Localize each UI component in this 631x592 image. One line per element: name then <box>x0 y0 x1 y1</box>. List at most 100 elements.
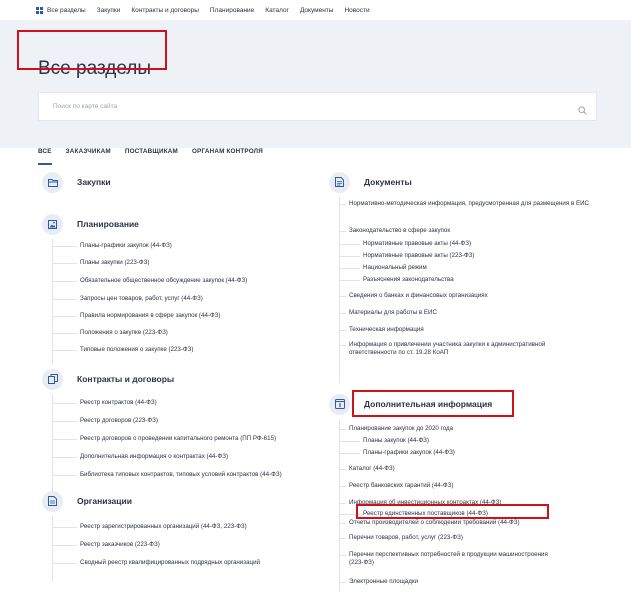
section-title-planning[interactable]: Планирование <box>77 219 139 229</box>
link-contract-extra-info[interactable]: Дополнительная информация о контрактах (… <box>53 453 228 461</box>
link-manufacturer-reports[interactable]: Отчеты производителей о соблюдении требо… <box>340 519 520 527</box>
picture-icon <box>42 213 63 235</box>
link-normative-info[interactable]: Нормативно-методическая информация, пред… <box>340 200 589 208</box>
tree-connector <box>340 582 346 583</box>
link-admin-liability[interactable]: Информация о привлечении участника закуп… <box>340 341 549 357</box>
page-header: Все разделы ВСЕ ЗАКАЗЧИКАМ ПОСТАВЩИКАМ О… <box>0 20 631 165</box>
page-title: Все разделы <box>38 58 151 79</box>
tree-connector <box>53 333 77 334</box>
link-machinery-needs[interactable]: Перечни перспективных потребностей в про… <box>340 551 549 567</box>
tree-connector <box>340 503 346 504</box>
tree-connector <box>340 453 360 454</box>
link-investment-contracts[interactable]: Информация об инвестиционных контрактах … <box>340 499 501 507</box>
search-icon[interactable] <box>578 102 587 120</box>
nav-catalog[interactable]: Каталог <box>265 7 289 14</box>
tree-connector <box>53 457 77 458</box>
section-title-orgs[interactable]: Организации <box>77 496 132 506</box>
tree-connector <box>340 555 346 556</box>
tree-connector <box>340 486 346 487</box>
link-agreement-registry[interactable]: Реестр договоров (223-ФЗ) <box>53 417 158 425</box>
section-title-docs[interactable]: Документы <box>364 177 412 187</box>
tree-connector <box>53 563 77 564</box>
copy-icon <box>42 368 63 390</box>
section-docs: Документы Нормативно-методическая информ… <box>329 171 599 383</box>
link-planning-before-2020[interactable]: Планирование закупок до 2020 года <box>340 425 453 433</box>
tree-connector <box>340 256 360 257</box>
section-title-extra[interactable]: Дополнительная информация <box>364 399 492 409</box>
link-contract-registry[interactable]: Реестр контрактов (44-ФЗ) <box>53 399 157 407</box>
link-eis-materials[interactable]: Материалы для работы в ЕИС <box>340 309 437 317</box>
top-navigation: Все разделы Закупки Контракты и договоры… <box>0 0 631 20</box>
nav-news[interactable]: Новости <box>344 7 369 14</box>
tab-suppliers[interactable]: ПОСТАВЩИКАМ <box>125 148 178 168</box>
link-npa-44[interactable]: Нормативные правовые акты (44-ФЗ) <box>340 240 471 248</box>
nav-all-sections[interactable]: Все разделы <box>47 7 86 14</box>
tree-connector <box>340 231 346 232</box>
link-registered-orgs[interactable]: Реестр зарегистрированных организаций (4… <box>53 523 247 531</box>
tree-connector <box>340 280 360 281</box>
tree-connector <box>340 523 346 524</box>
contracts-list: Реестр контрактов (44-ФЗ) Реестр договор… <box>52 394 322 496</box>
link-procurement-regulations[interactable]: Положения о закупке (223-ФЗ) <box>53 329 168 337</box>
tree-connector <box>340 244 360 245</box>
section-contracts: Контракты и договоры Реестр контрактов (… <box>42 368 322 496</box>
link-public-discussion[interactable]: Обязательное общественное обсуждение зак… <box>53 277 247 285</box>
tree-connector <box>340 204 346 205</box>
tab-bar: ВСЕ ЗАКАЗЧИКАМ ПОСТАВЩИКАМ ОРГАНАМ КОНТР… <box>38 148 277 168</box>
section-title-zakupki[interactable]: Закупки <box>77 177 111 187</box>
link-catalog-44[interactable]: Каталог (44-ФЗ) <box>340 465 395 473</box>
docs-list: Нормативно-методическая информация, пред… <box>339 197 599 383</box>
link-banks-info[interactable]: Сведения о банках и финансовых организац… <box>340 292 488 300</box>
grid-icon[interactable] <box>36 6 43 14</box>
link-plany-zakupki-223[interactable]: Планы закупки (223-ФЗ) <box>53 259 149 267</box>
tree-connector <box>53 475 77 476</box>
nav-planning[interactable]: Планирование <box>210 7 254 14</box>
tab-control[interactable]: ОРГАНАМ КОНТРОЛЯ <box>192 148 263 168</box>
tree-connector <box>340 296 346 297</box>
tree-connector <box>340 469 346 470</box>
tree-connector <box>340 268 360 269</box>
link-legislation[interactable]: Законодательство в сфере закупок <box>340 227 450 235</box>
section-orgs: Организации Реестр зарегистрированных ор… <box>42 490 302 582</box>
extra-list: Планирование закупок до 2020 года Планы … <box>339 419 609 592</box>
nav-contracts[interactable]: Контракты и договоры <box>131 7 199 14</box>
link-clarifications[interactable]: Разъяснения законодательства <box>340 276 454 284</box>
link-national-regime[interactable]: Национальный режим <box>340 264 427 272</box>
link-capital-repair-registry[interactable]: Реестр договоров о проведении капитально… <box>53 435 276 443</box>
link-goods-lists-223[interactable]: Перечни товаров, работ, услуг (223-ФЗ) <box>340 534 463 542</box>
tree-connector <box>53 545 77 546</box>
section-zakupki: Закупки <box>42 171 111 193</box>
link-bank-guarantees[interactable]: Реестр банковских гарантий (44-ФЗ) <box>340 482 453 490</box>
tree-connector <box>53 299 77 300</box>
tree-connector <box>53 439 77 440</box>
link-schedule-plans-44[interactable]: Планы-графики закупок (44-ФЗ) <box>340 449 455 457</box>
link-typical-contracts-library[interactable]: Библиотека типовых контрактов, типовых у… <box>53 471 282 479</box>
file-icon <box>329 171 350 193</box>
tab-customers[interactable]: ЗАКАЗЧИКАМ <box>66 148 111 168</box>
link-qualified-contractors[interactable]: Сводный реестр квалифицированных подрядн… <box>53 559 260 567</box>
section-title-contracts[interactable]: Контракты и договоры <box>77 374 174 384</box>
search-input[interactable] <box>39 93 569 120</box>
section-planning: Планирование Планы-графики закупок (44-Ф… <box>42 213 302 365</box>
link-plany-grafiki-44[interactable]: Планы-графики закупок (44-ФЗ) <box>53 242 172 250</box>
link-norm-rules[interactable]: Правила нормирования в сфере закупок (44… <box>53 312 220 320</box>
tree-connector <box>340 313 346 314</box>
tree-connector <box>340 429 346 430</box>
nav-documents[interactable]: Документы <box>300 7 334 14</box>
folder-icon <box>42 171 63 193</box>
link-tech-info[interactable]: Техническая информация <box>340 326 424 334</box>
link-price-requests[interactable]: Запросы цен товаров, работ, услуг (44-ФЗ… <box>53 295 203 303</box>
link-npa-223[interactable]: Нормативные правовые акты (223-ФЗ) <box>340 252 474 260</box>
tree-connector <box>53 246 77 247</box>
nav-zakupki[interactable]: Закупки <box>97 7 121 14</box>
link-customer-registry[interactable]: Реестр заказчиков (223-ФЗ) <box>53 541 160 549</box>
link-e-platforms[interactable]: Электронные площадки <box>340 578 418 586</box>
tab-all[interactable]: ВСЕ <box>38 148 52 168</box>
orgs-list: Реестр зарегистрированных организаций (4… <box>52 516 302 582</box>
tree-connector <box>53 281 77 282</box>
link-sole-suppliers-registry[interactable]: Реестр единственных поставщиков (44-ФЗ) <box>340 510 488 518</box>
link-purchase-plans-44[interactable]: Планы закупок (44-ФЗ) <box>340 437 429 445</box>
section-extra: Дополнительная информация Планирование з… <box>329 393 609 592</box>
tree-connector <box>340 441 360 442</box>
link-typical-regulations[interactable]: Типовые положения о закупке (223-ФЗ) <box>53 346 193 354</box>
